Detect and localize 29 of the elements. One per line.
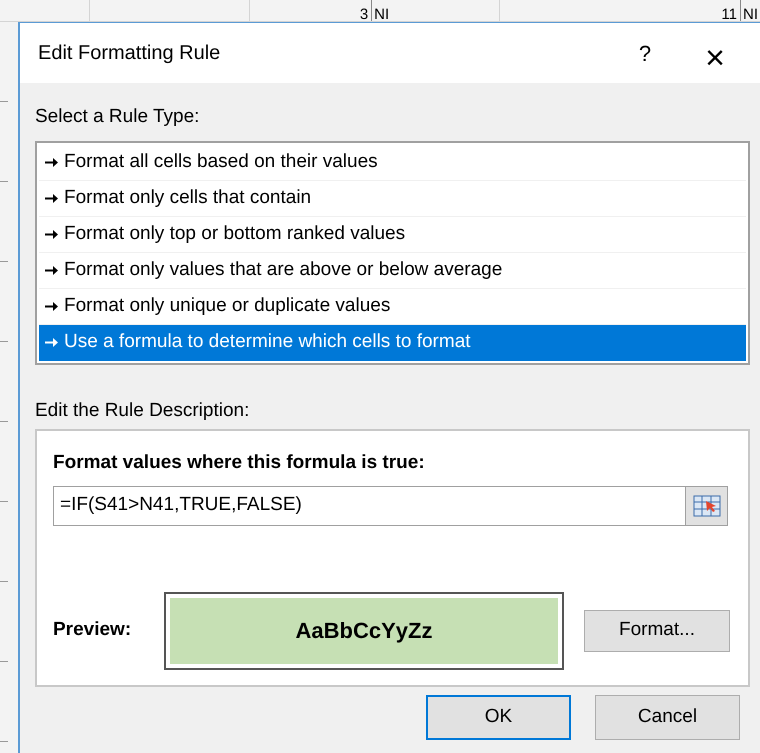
window-title: Edit Formatting Rule [38, 41, 222, 66]
rule-type-item[interactable]: Use a formula to determine which cells to format [39, 325, 746, 361]
range-select-icon [692, 494, 720, 516]
arrow-icon [45, 194, 58, 203]
arrow-icon [45, 302, 58, 311]
sheet-cell: NI [740, 0, 758, 21]
rule-type-item[interactable]: Format only cells that contain [39, 181, 746, 217]
range-picker-button[interactable] [685, 486, 727, 524]
rule-type-item[interactable]: Format only values that are above or below average [39, 253, 746, 289]
rule-type-item[interactable]: Format only top or bottom ranked values [39, 217, 746, 253]
format-button[interactable]: Format... [584, 610, 730, 652]
close-button[interactable]: × [690, 33, 740, 73]
preview-label: Preview: [53, 618, 132, 642]
help-button[interactable]: ? [620, 33, 670, 73]
formula-label: Format values where this formula is true: [53, 451, 426, 475]
arrow-icon [45, 158, 58, 167]
dialog-button[interactable]: OK [426, 695, 571, 740]
section-label: Select a Rule Type: [35, 105, 200, 129]
section-label: Edit the Rule Description: [35, 399, 250, 423]
dialog-button[interactable]: Cancel [595, 695, 740, 740]
arrow-icon [45, 230, 58, 239]
sheet-cell-text: 11 [721, 5, 737, 21]
rule-type-item[interactable]: Format all cells based on their values [39, 145, 746, 181]
sheet-cell-text: 3 [360, 5, 368, 21]
arrow-icon [45, 266, 58, 275]
sheet-cell: NI [371, 0, 390, 21]
preview-sample: AaBbCcYyZz [170, 598, 558, 664]
arrow-icon [45, 338, 58, 347]
formula-field[interactable]: =IF(S41>N41,TRUE,FALSE) [53, 486, 728, 526]
